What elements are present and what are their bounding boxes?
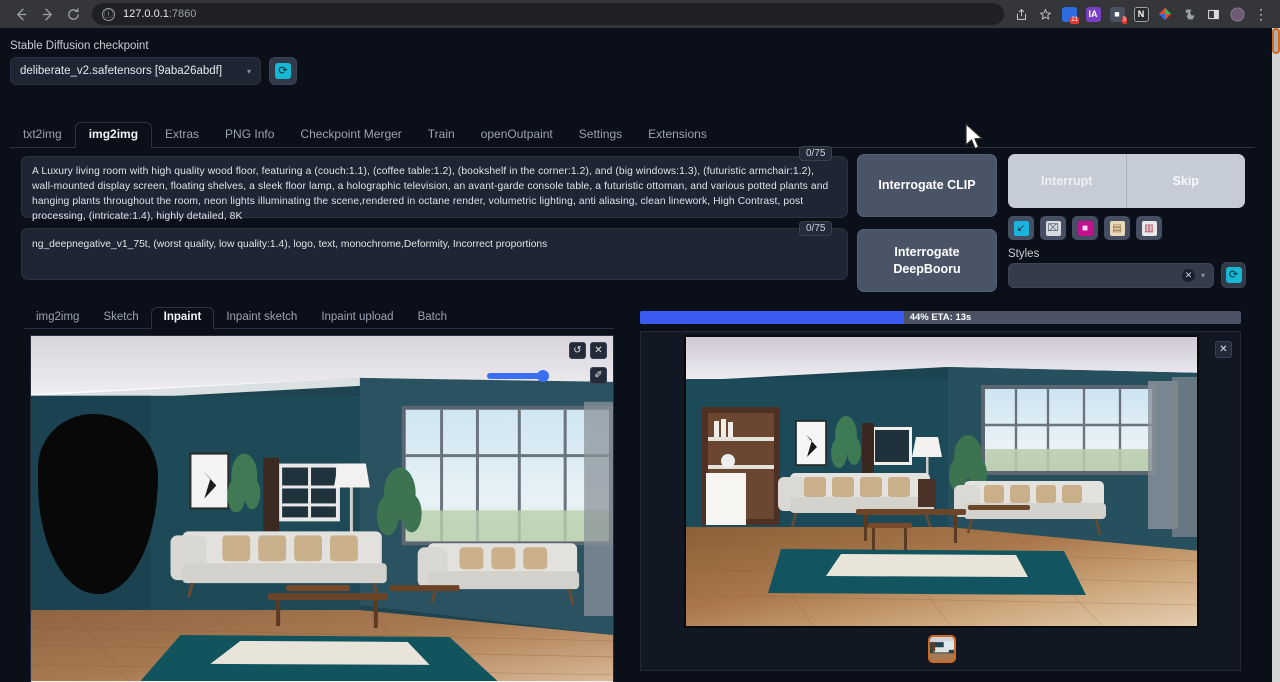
tab-img2img[interactable]: img2img	[75, 122, 152, 148]
puzzle-extensions-icon[interactable]	[1178, 3, 1200, 25]
undo-icon[interactable]: ↺	[569, 342, 586, 359]
notification-extension-icon[interactable]: 21	[1058, 3, 1080, 25]
negative-prompt-input[interactable]: ng_deepnegative_v1_75t, (worst quality, …	[21, 228, 848, 280]
inpaint-canvas[interactable]: ↺ ✕ ✐ ◀ ▶	[30, 335, 614, 682]
mouse-cursor	[964, 123, 986, 153]
back-arrow-icon[interactable]	[8, 1, 34, 27]
tab-checkpoint-merger[interactable]: Checkpoint Merger	[287, 123, 414, 147]
brush-size-control[interactable]: ✐	[487, 367, 607, 384]
notion-icon[interactable]: N	[1130, 3, 1152, 25]
tab-settings[interactable]: Settings	[566, 123, 635, 147]
checkpoint-label: Stable Diffusion checkpoint	[10, 40, 297, 52]
star-icon[interactable]	[1034, 3, 1056, 25]
save-style-icon[interactable]: ▥	[1136, 216, 1162, 240]
checkpoint-dropdown[interactable]: deliberate_v2.safetensors [9aba26abdf] ▾	[10, 57, 261, 85]
generate-controls: Interrupt Skip	[1008, 154, 1245, 208]
webui-page: Stable Diffusion checkpoint deliberate_v…	[0, 28, 1272, 682]
colorful-diamond-icon[interactable]	[1154, 3, 1176, 25]
profile-avatar-icon[interactable]	[1226, 3, 1248, 25]
refresh-styles-button[interactable]: ⟳	[1221, 262, 1246, 288]
generated-image-render	[686, 337, 1199, 628]
extension-badge: 3	[1122, 17, 1127, 24]
share-icon[interactable]	[1010, 3, 1032, 25]
url-text: 127.0.0.1:7860	[123, 8, 196, 20]
extension-badge: 21	[1070, 17, 1079, 24]
chevron-down-icon: ▾	[247, 67, 251, 76]
styles-label: Styles	[1008, 248, 1039, 260]
subtab-inpaint-sketch[interactable]: Inpaint sketch	[214, 308, 309, 328]
prompt-tool-icons: ↙ ⌧ ■ ▤ ▥	[1008, 216, 1162, 240]
refresh-checkpoints-button[interactable]: ⟳	[269, 57, 297, 85]
chevron-down-icon: ▾	[1201, 271, 1205, 280]
page-scrollbar-thumb[interactable]	[1272, 28, 1280, 54]
prompt-input[interactable]: A Luxury living room with high quality w…	[21, 156, 848, 218]
negative-prompt-token-counter: 0/75	[799, 221, 832, 236]
interrupt-button[interactable]: Interrupt	[1008, 154, 1127, 208]
brush-size-slider[interactable]	[487, 373, 585, 379]
generated-image[interactable]	[684, 335, 1199, 628]
checkpoint-value: deliberate_v2.safetensors [9aba26abdf]	[20, 65, 222, 77]
sidebar-toggle-icon[interactable]	[1202, 3, 1224, 25]
screen-recorder-icon[interactable]: ■ 3	[1106, 3, 1128, 25]
subtab-batch[interactable]: Batch	[406, 308, 459, 328]
subtab-inpaint-upload[interactable]: Inpaint upload	[309, 308, 405, 328]
subtab-inpaint[interactable]: Inpaint	[151, 307, 215, 329]
close-icon[interactable]: ✕	[1215, 341, 1232, 358]
brush-slider-fill	[487, 373, 541, 379]
styles-dropdown[interactable]: ✕ ▾	[1008, 263, 1214, 288]
tab-png-info[interactable]: PNG Info	[212, 123, 287, 147]
result-thumbnail[interactable]	[928, 635, 956, 663]
prompt-text: A Luxury living room with high quality w…	[32, 164, 837, 224]
close-icon[interactable]: ✕	[1182, 269, 1195, 282]
forward-arrow-icon[interactable]	[34, 1, 60, 27]
site-info-icon[interactable]: ⓘ	[102, 8, 115, 21]
address-bar[interactable]: ⓘ 127.0.0.1:7860	[92, 3, 1004, 25]
page-scrollbar[interactable]	[1272, 28, 1280, 682]
subtab-img2img[interactable]: img2img	[24, 308, 91, 328]
subtab-sketch[interactable]: Sketch	[91, 308, 150, 328]
close-icon[interactable]: ✕	[590, 342, 607, 359]
main-tab-bar: txt2img img2img Extras PNG Info Checkpoi…	[10, 122, 1255, 148]
negative-prompt-text: ng_deepnegative_v1_75t, (worst quality, …	[32, 237, 837, 252]
checkpoint-section: Stable Diffusion checkpoint deliberate_v…	[10, 40, 297, 85]
chrome-menu-icon[interactable]: ⋮	[1250, 3, 1272, 25]
internet-archive-icon[interactable]: IA	[1082, 3, 1104, 25]
result-gallery: ✕	[640, 331, 1241, 671]
refresh-icon: ⟳	[1226, 267, 1242, 283]
reload-icon[interactable]	[60, 1, 86, 27]
tab-extensions[interactable]: Extensions	[635, 123, 720, 147]
thumbnail-image	[930, 637, 954, 661]
tab-txt2img[interactable]: txt2img	[10, 123, 75, 147]
brush-size-icon[interactable]: ✐	[590, 367, 607, 384]
clipboard-icon[interactable]: ▤	[1104, 216, 1130, 240]
tab-train[interactable]: Train	[415, 123, 468, 147]
generation-progress-bar: 44% ETA: 13s	[640, 311, 1241, 324]
interrogate-clip-button[interactable]: Interrogate CLIP	[857, 154, 997, 217]
restore-arrow-icon[interactable]: ↙	[1008, 216, 1034, 240]
img2img-sub-tab-bar: img2img Sketch Inpaint Inpaint sketch In…	[24, 305, 614, 329]
canvas-tool-buttons: ↺ ✕	[569, 342, 607, 359]
browser-right-icons: 21 IA ■ 3 N ⋮	[1010, 3, 1272, 25]
tab-openoutpaint[interactable]: openOutpaint	[468, 123, 566, 147]
refresh-icon: ⟳	[275, 63, 291, 79]
gallery-thumbnails	[641, 635, 1242, 663]
paste-pink-icon[interactable]: ■	[1072, 216, 1098, 240]
brush-slider-knob[interactable]	[537, 370, 549, 382]
trash-icon[interactable]: ⌧	[1040, 216, 1066, 240]
browser-toolbar: ⓘ 127.0.0.1:7860 21 IA ■ 3 N	[0, 0, 1280, 28]
skip-button[interactable]: Skip	[1127, 154, 1246, 208]
tab-extras[interactable]: Extras	[152, 123, 212, 147]
progress-label: 44% ETA: 13s	[640, 311, 1241, 324]
interrogate-deepbooru-button[interactable]: Interrogate DeepBooru	[857, 229, 997, 292]
prompt-token-counter: 0/75	[799, 146, 832, 161]
